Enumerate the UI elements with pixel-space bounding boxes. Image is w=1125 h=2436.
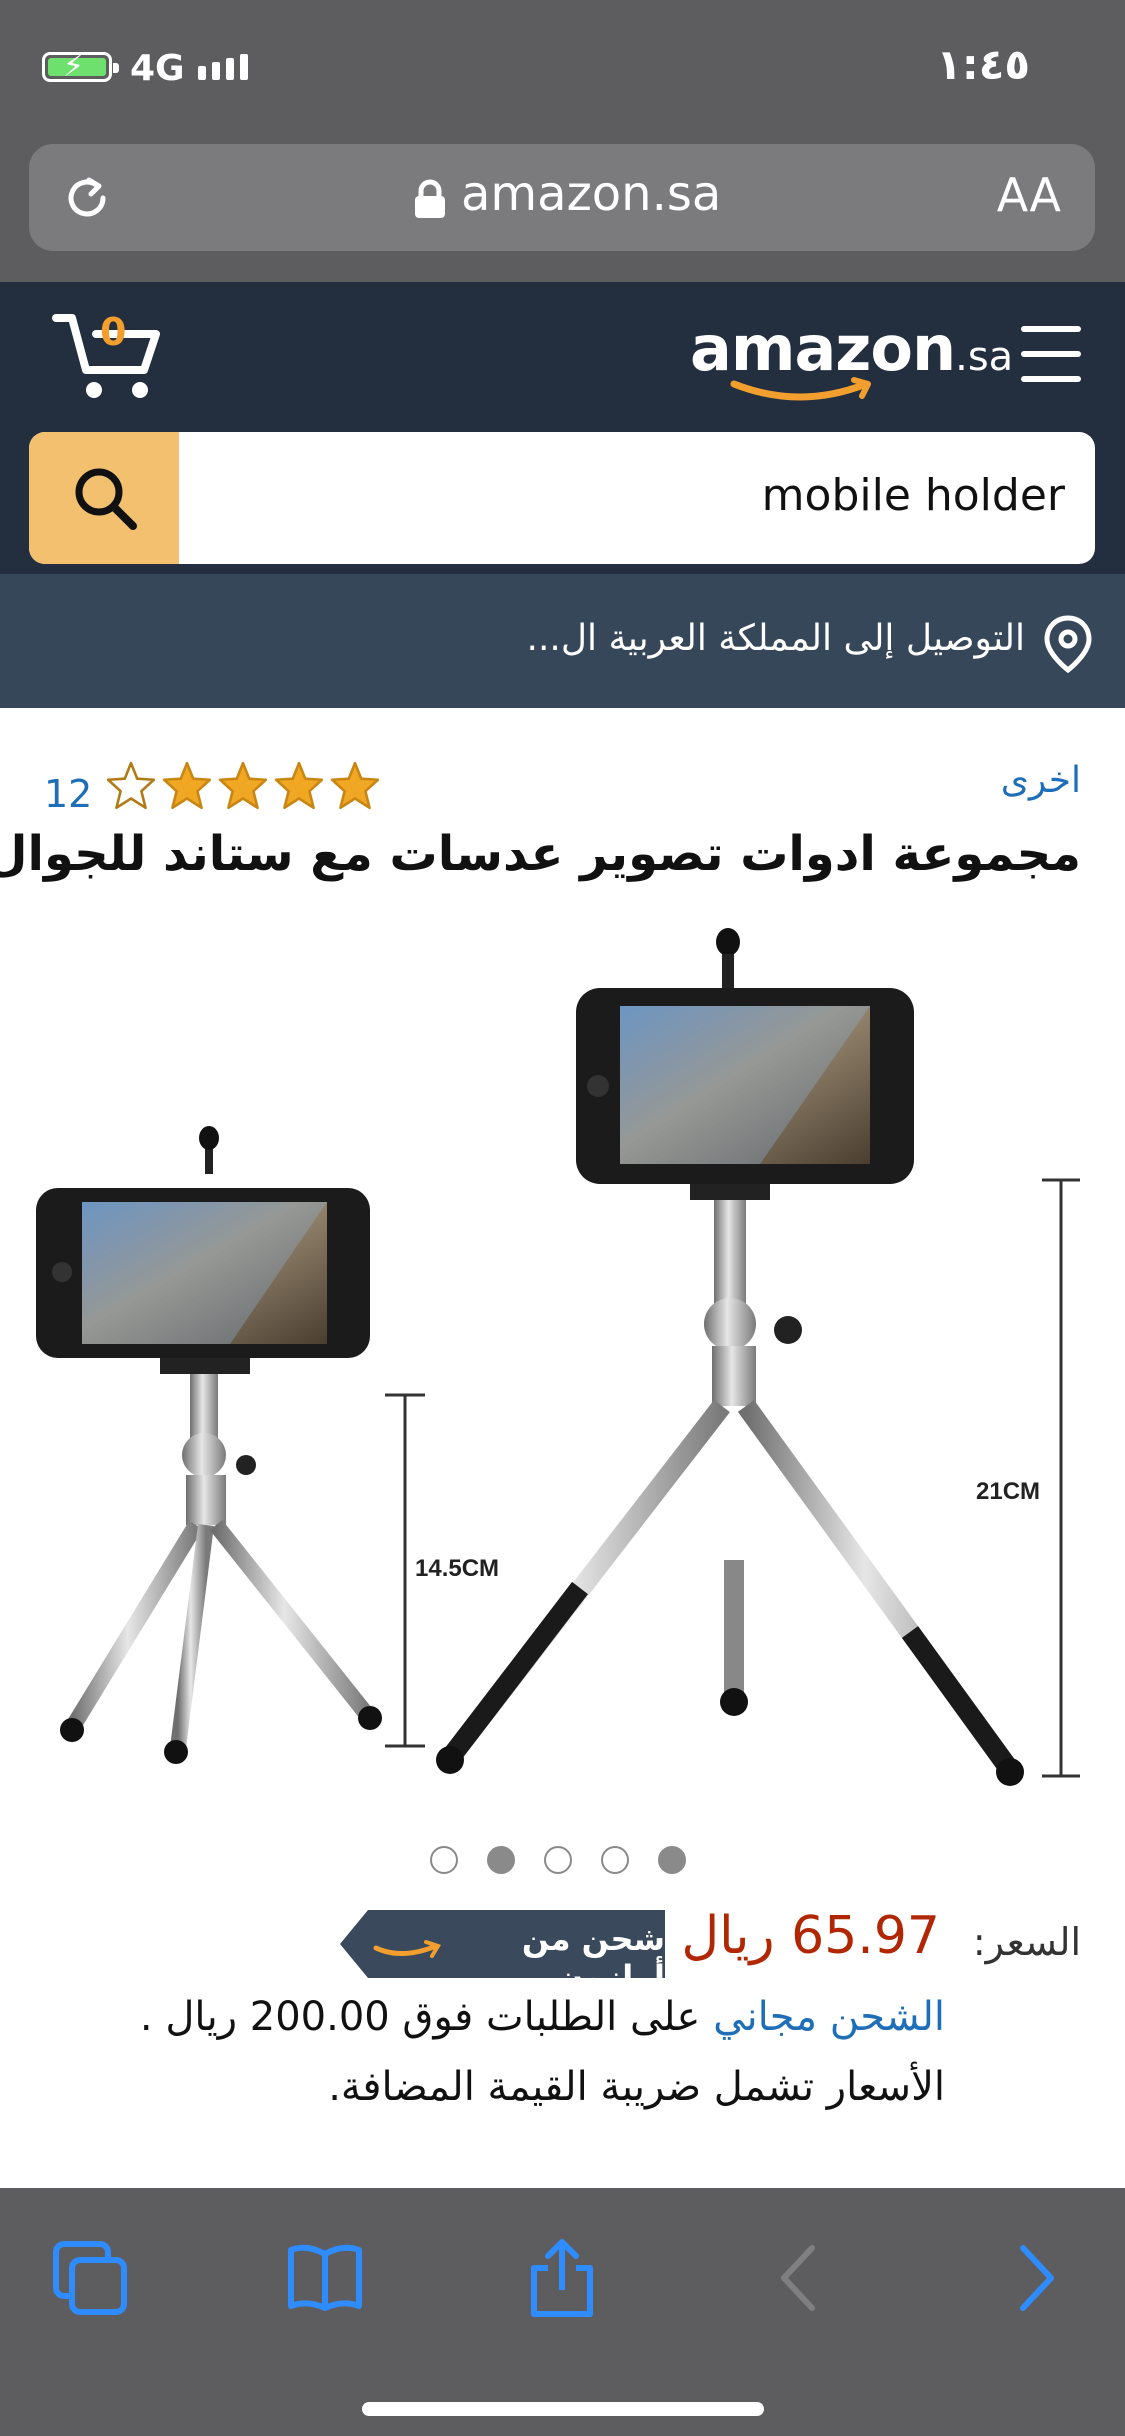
search-icon	[75, 468, 137, 530]
browser-address-area: amazon.sa AA	[0, 140, 1125, 282]
carousel-dot[interactable]	[430, 1846, 458, 1874]
brand-link[interactable]: اخرى	[1001, 760, 1081, 801]
network-label: 4G	[130, 48, 185, 89]
hamburger-menu-icon[interactable]	[1021, 326, 1081, 382]
carousel-dot[interactable]	[658, 1846, 686, 1874]
carousel-dot[interactable]	[601, 1846, 629, 1874]
site-header: 0 amazon.sa mobile holder	[0, 282, 1125, 574]
cart-count: 0	[100, 310, 127, 354]
search-input[interactable]: mobile holder	[762, 470, 1065, 521]
badge-text: شحن من أمازون	[521, 1920, 665, 1996]
star-filled-icon	[330, 761, 380, 810]
back-icon[interactable]	[760, 2238, 840, 2318]
bookmarks-icon[interactable]	[285, 2238, 365, 2318]
tabs-icon[interactable]	[50, 2238, 130, 2318]
rating-stars[interactable]	[105, 760, 381, 812]
fulfilled-by-amazon-badge: شحن من أمازون	[340, 1910, 665, 1996]
star-filled-icon	[274, 761, 324, 810]
amazon-logo[interactable]: amazon.sa	[690, 312, 1014, 401]
star-filled-icon	[218, 761, 268, 810]
small-tripod	[36, 1126, 382, 1764]
delivery-text: التوصيل إلى المملكة العربية ال...	[526, 618, 1025, 659]
tall-tripod-height-label: 21CM	[976, 1478, 1040, 1505]
signal-icon	[198, 54, 248, 80]
share-icon[interactable]	[522, 2238, 602, 2318]
address-bar[interactable]: amazon.sa AA	[29, 144, 1095, 251]
clock: ١:٤٥	[936, 40, 1030, 89]
tall-tripod	[436, 928, 1024, 1786]
star-filled-icon	[162, 761, 212, 810]
shipping-info: الشحن مجاني على الطلبات فوق 200.00 ريال …	[140, 1994, 945, 2040]
carousel-dot[interactable]	[544, 1846, 572, 1874]
location-pin-icon	[1044, 615, 1092, 674]
free-shipping-link[interactable]: الشحن مجاني	[713, 1994, 945, 2040]
reload-icon[interactable]	[59, 170, 115, 226]
product-title: مجموعة ادوات تصوير عدسات مع ستاند للجوال	[0, 826, 1081, 882]
vat-note: الأسعار تشمل ضريبة القيمة المضافة.	[328, 2064, 945, 2110]
product-image[interactable]: 14.5CM 21CM	[0, 910, 1125, 1790]
url-domain: amazon.sa	[461, 166, 722, 222]
text-size-button[interactable]: AA	[997, 168, 1061, 222]
home-indicator[interactable]	[362, 2402, 764, 2416]
search-button[interactable]	[29, 432, 179, 564]
rating-count[interactable]: 12	[44, 772, 92, 816]
battery-icon: ⚡	[42, 49, 119, 84]
logo-main: amazon	[690, 312, 956, 385]
forward-icon[interactable]	[995, 2238, 1075, 2318]
tall-tripod-height-marker	[1042, 1178, 1080, 1778]
image-carousel-dots[interactable]	[430, 1846, 686, 1874]
status-bar: ⚡ 4G ١:٤٥	[0, 0, 1125, 140]
browser-toolbar	[0, 2188, 1125, 2436]
carousel-dot[interactable]	[487, 1846, 515, 1874]
logo-smile-icon	[730, 377, 871, 401]
price: 65.97 ريال	[681, 1906, 940, 1966]
logo-tld: .sa	[955, 334, 1014, 380]
price-label: السعر:	[972, 1920, 1081, 1964]
small-tripod-height-label: 14.5CM	[415, 1555, 499, 1582]
delivery-location-bar[interactable]: التوصيل إلى المملكة العربية ال...	[0, 574, 1125, 708]
search-bar: mobile holder	[29, 432, 1095, 564]
shipping-condition: على الطلبات فوق 200.00 ريال .	[139, 1994, 714, 2040]
lock-icon	[415, 179, 445, 218]
star-empty-icon	[106, 761, 156, 810]
